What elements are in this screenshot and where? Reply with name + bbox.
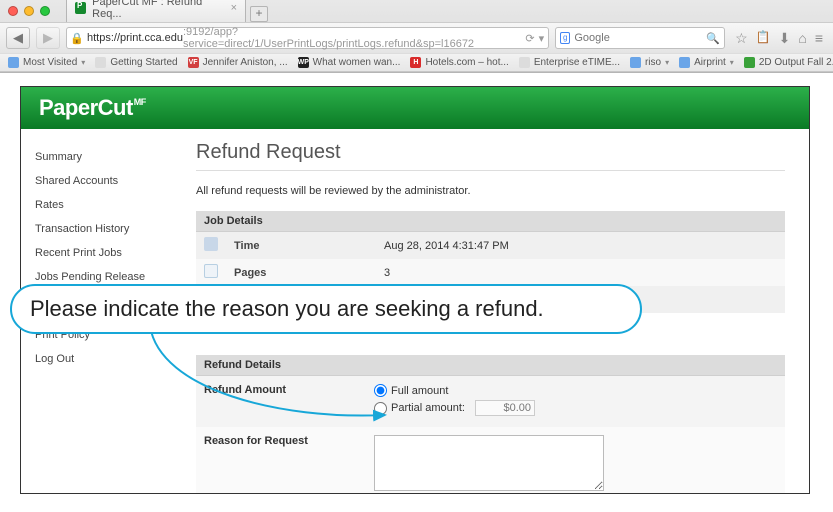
sidebar-item-summary[interactable]: Summary xyxy=(35,151,172,163)
bookmark-label: riso xyxy=(645,57,661,68)
bookmark-icon: WP xyxy=(298,57,309,68)
time-label: Time xyxy=(226,232,376,259)
bookmark-label: Hotels.com – hot... xyxy=(425,57,508,68)
full-amount-radio[interactable] xyxy=(374,384,387,397)
job-row-time: Time Aug 28, 2014 4:31:47 PM xyxy=(196,232,785,259)
bookmark-label: 2D Output Fall 2... xyxy=(759,57,833,68)
bookmark-2d-output-fall-2[interactable]: 2D Output Fall 2... xyxy=(744,57,833,68)
sidebar-item-log-out[interactable]: Log Out xyxy=(35,353,172,365)
time-value: Aug 28, 2014 4:31:47 PM xyxy=(376,232,785,259)
bookmark-icon xyxy=(744,57,755,68)
reason-row: Reason for Request xyxy=(196,427,785,494)
papercut-logo: PaperCutMF xyxy=(39,95,146,121)
star-icon[interactable]: ☆ xyxy=(735,30,748,47)
lock-icon: 🔒 xyxy=(71,32,83,44)
chevron-down-icon: ▾ xyxy=(665,58,669,67)
bookmark-label: Enterprise eTIME... xyxy=(534,57,620,68)
back-button[interactable]: ◀ xyxy=(6,27,30,49)
bookmark-what-women-wan[interactable]: WP What women wan... xyxy=(298,57,401,68)
url-path: :9192/app?service=direct/1/UserPrintLogs… xyxy=(183,26,525,50)
google-icon: g xyxy=(560,32,570,44)
search-input[interactable] xyxy=(574,32,706,44)
search-icon[interactable]: 🔍 xyxy=(706,32,720,45)
chevron-right-icon: ▶ xyxy=(43,30,53,46)
clock-icon xyxy=(204,237,218,251)
partial-amount-radio[interactable] xyxy=(374,402,387,415)
download-icon[interactable]: ⬇ xyxy=(779,30,791,47)
refund-amount-row: Refund Amount Full amount Partial amount… xyxy=(196,376,785,427)
bookmark-label: Most Visited xyxy=(23,57,77,68)
full-amount-label: Full amount xyxy=(391,385,448,397)
new-tab-button[interactable]: + xyxy=(250,6,268,22)
tab-favicon xyxy=(75,2,86,14)
app-header: PaperCutMF xyxy=(21,87,809,129)
job-row-pages: Pages 3 xyxy=(196,259,785,286)
home-icon[interactable]: ⌂ xyxy=(798,30,806,47)
refund-amount-label: Refund Amount xyxy=(204,384,374,419)
menu-icon[interactable]: ≡ xyxy=(815,30,823,47)
window-minimize-dot[interactable] xyxy=(24,6,34,16)
review-note: All refund requests will be reviewed by … xyxy=(196,185,785,197)
sidebar-item-transaction-history[interactable]: Transaction History xyxy=(35,223,172,235)
bookmark-icon xyxy=(679,57,690,68)
chevron-down-icon: ▾ xyxy=(730,58,734,67)
search-bar[interactable]: g 🔍 xyxy=(555,27,725,49)
job-details-header: Job Details xyxy=(196,211,785,232)
url-host: https://print.cca.edu xyxy=(87,32,183,44)
url-dropdown-icon[interactable]: ▾ xyxy=(539,32,545,45)
reason-label: Reason for Request xyxy=(204,435,374,494)
url-bar[interactable]: 🔒 https://print.cca.edu :9192/app?servic… xyxy=(66,27,549,49)
bookmark-icon xyxy=(630,57,641,68)
bookmark-icon: H xyxy=(410,57,421,68)
bookmark-riso[interactable]: riso ▾ xyxy=(630,57,669,68)
window-zoom-dot[interactable] xyxy=(40,6,50,16)
sidebar-item-jobs-pending-release[interactable]: Jobs Pending Release xyxy=(35,271,172,283)
reload-icon[interactable]: ⟳ xyxy=(525,32,534,45)
bookmark-label: Airprint xyxy=(694,57,726,68)
bookmark-airprint[interactable]: Airprint ▾ xyxy=(679,57,734,68)
refund-details-header: Refund Details xyxy=(196,355,785,376)
partial-amount-label: Partial amount: xyxy=(391,402,465,414)
bookmarks-bar: Most Visited ▾ Getting Started VF Jennifer A… xyxy=(0,53,833,72)
bookmark-icon xyxy=(519,57,530,68)
tab-bar: PaperCut MF : Refund Req... × + xyxy=(60,0,833,22)
bookmark-most-visited[interactable]: Most Visited ▾ xyxy=(8,57,85,68)
nav-toolbar: ◀ ▶ 🔒 https://print.cca.edu :9192/app?se… xyxy=(0,22,833,53)
bookmark-label: Jennifer Aniston, ... xyxy=(203,57,288,68)
page-title: Refund Request xyxy=(196,141,785,171)
bookmark-jennifer-aniston[interactable]: VF Jennifer Aniston, ... xyxy=(188,57,288,68)
logo-text: PaperCut xyxy=(39,95,133,120)
bookmark-enterprise-etime[interactable]: Enterprise eTIME... xyxy=(519,57,620,68)
bookmark-icon xyxy=(8,57,19,68)
reason-textarea[interactable] xyxy=(374,435,604,491)
annotation-text: Please indicate the reason you are seeki… xyxy=(30,296,544,321)
window-close-dot[interactable] xyxy=(8,6,18,16)
page-icon xyxy=(204,264,218,278)
bookmark-icon: VF xyxy=(188,57,199,68)
browser-chrome: PaperCut MF : Refund Req... × + ◀ ▶ 🔒 ht… xyxy=(0,0,833,73)
clipboard-icon[interactable]: 📋 xyxy=(756,30,771,47)
sidebar-item-recent-print-jobs[interactable]: Recent Print Jobs xyxy=(35,247,172,259)
bookmark-hotels-com-hot[interactable]: H Hotels.com – hot... xyxy=(410,57,508,68)
bookmark-label: What women wan... xyxy=(313,57,401,68)
bookmark-icon xyxy=(95,57,106,68)
forward-button[interactable]: ▶ xyxy=(36,27,60,49)
bookmark-label: Getting Started xyxy=(110,57,177,68)
sidebar-item-shared-accounts[interactable]: Shared Accounts xyxy=(35,175,172,187)
sidebar-item-rates[interactable]: Rates xyxy=(35,199,172,211)
tab-title: PaperCut MF : Refund Req... xyxy=(92,0,224,20)
annotation-callout: Please indicate the reason you are seeki… xyxy=(10,284,642,334)
bookmark-getting-started[interactable]: Getting Started xyxy=(95,57,177,68)
pages-value: 3 xyxy=(376,259,785,286)
chevron-left-icon: ◀ xyxy=(13,30,23,46)
tab-close-icon[interactable]: × xyxy=(231,2,237,14)
chevron-down-icon: ▾ xyxy=(81,58,85,67)
browser-tab[interactable]: PaperCut MF : Refund Req... × xyxy=(66,0,246,22)
partial-amount-input[interactable] xyxy=(475,400,535,416)
pages-label: Pages xyxy=(226,259,376,286)
